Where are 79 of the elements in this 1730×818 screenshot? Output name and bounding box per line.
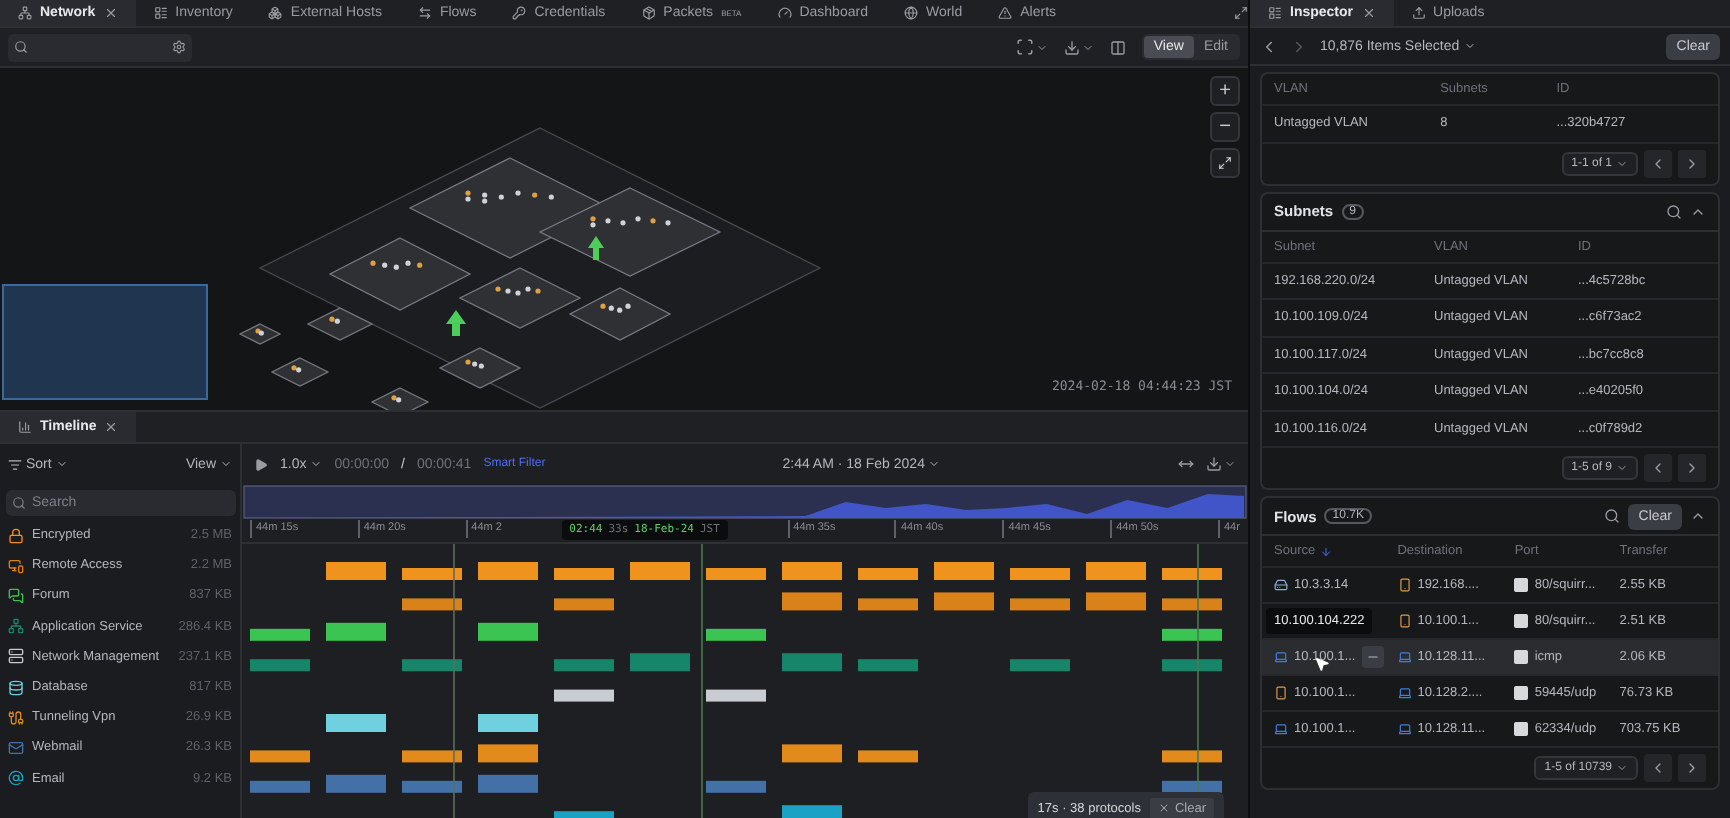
boxes-icon bbox=[268, 6, 283, 20]
key-icon bbox=[512, 6, 527, 20]
chevron-down-icon bbox=[1081, 41, 1094, 53]
search-icon bbox=[1604, 508, 1621, 524]
columns-icon bbox=[1109, 39, 1126, 55]
next-page-button[interactable] bbox=[1678, 149, 1706, 177]
search-button[interactable] bbox=[1666, 203, 1682, 219]
close-icon[interactable] bbox=[1361, 6, 1376, 20]
port-icon bbox=[1514, 578, 1529, 592]
search-icon bbox=[12, 495, 26, 509]
close-icon bbox=[1158, 802, 1171, 815]
back-button[interactable] bbox=[1260, 37, 1278, 55]
arrows-icon bbox=[417, 6, 432, 20]
warning-icon bbox=[998, 6, 1013, 20]
chevron-left-icon bbox=[1650, 760, 1666, 776]
chevron-left-icon bbox=[1650, 460, 1666, 476]
zoom-out-button[interactable]: − bbox=[1210, 112, 1240, 142]
sort-arrow-icon[interactable] bbox=[1319, 545, 1332, 557]
scan-icon bbox=[1015, 38, 1034, 56]
zoom-in-button[interactable]: + bbox=[1210, 76, 1240, 106]
close-icon[interactable] bbox=[103, 6, 118, 20]
next-page-button[interactable] bbox=[1678, 454, 1706, 482]
chevron-down-icon bbox=[1463, 40, 1476, 52]
download-icon bbox=[1206, 456, 1223, 472]
search-button[interactable] bbox=[1604, 508, 1621, 524]
package-icon bbox=[641, 6, 656, 20]
sort-icon bbox=[8, 457, 22, 471]
port-icon bbox=[1514, 722, 1529, 736]
port-icon bbox=[1514, 686, 1529, 700]
chevron-down-icon bbox=[55, 458, 68, 470]
chevron-down-icon bbox=[1035, 41, 1048, 53]
download-dropdown[interactable] bbox=[1206, 456, 1237, 472]
search-field[interactable] bbox=[8, 33, 192, 61]
chevron-up-icon bbox=[1690, 508, 1706, 524]
chevron-right-icon bbox=[1290, 37, 1308, 55]
collapse-button[interactable] bbox=[1690, 508, 1706, 524]
port-icon bbox=[1514, 650, 1529, 664]
download-icon bbox=[1063, 39, 1080, 55]
close-icon[interactable] bbox=[104, 420, 119, 434]
globe-icon bbox=[903, 6, 918, 20]
fit-width-button[interactable] bbox=[1178, 456, 1195, 472]
expand-icon bbox=[1234, 6, 1248, 20]
chevron-right-icon bbox=[1684, 760, 1700, 776]
next-page-button[interactable] bbox=[1678, 754, 1706, 782]
chevron-down-icon bbox=[1616, 462, 1628, 474]
chevron-down-icon bbox=[1616, 157, 1628, 169]
chevron-right-icon bbox=[1684, 155, 1700, 171]
previous-page-button[interactable] bbox=[1644, 754, 1672, 782]
settings-icon[interactable] bbox=[172, 40, 186, 54]
chevron-down-icon bbox=[1224, 458, 1237, 470]
ai-dropdown[interactable] bbox=[1015, 38, 1048, 56]
chevron-down-icon bbox=[310, 458, 323, 470]
port-icon bbox=[1514, 614, 1529, 628]
upload-icon bbox=[1411, 6, 1426, 20]
previous-page-button[interactable] bbox=[1644, 149, 1672, 177]
search-icon bbox=[1666, 203, 1682, 219]
fit-view-button[interactable] bbox=[1210, 148, 1240, 178]
download-dropdown[interactable] bbox=[1063, 39, 1094, 55]
minus-icon bbox=[1365, 650, 1380, 664]
chevron-right-icon bbox=[1684, 460, 1700, 476]
chevron-down-icon bbox=[928, 458, 941, 470]
play-icon bbox=[254, 457, 268, 471]
previous-page-button[interactable] bbox=[1644, 454, 1672, 482]
list-icon bbox=[1268, 6, 1282, 20]
columns-button[interactable] bbox=[1109, 39, 1126, 55]
chart-icon bbox=[18, 420, 32, 434]
gauge-icon bbox=[777, 6, 792, 20]
search-icon bbox=[14, 40, 28, 54]
play-button[interactable] bbox=[254, 457, 268, 471]
list-icon bbox=[153, 6, 168, 20]
arrows-horizontal-icon bbox=[1178, 456, 1195, 472]
remove-button[interactable] bbox=[1361, 646, 1384, 668]
chevron-down-icon bbox=[1616, 762, 1628, 774]
expand-icon bbox=[1218, 156, 1232, 170]
chevron-left-icon bbox=[1260, 37, 1278, 55]
chevron-left-icon bbox=[1650, 155, 1666, 171]
chevron-down-icon bbox=[220, 458, 232, 470]
activity-overview[interactable] bbox=[242, 484, 1248, 520]
network-icon bbox=[18, 6, 32, 20]
